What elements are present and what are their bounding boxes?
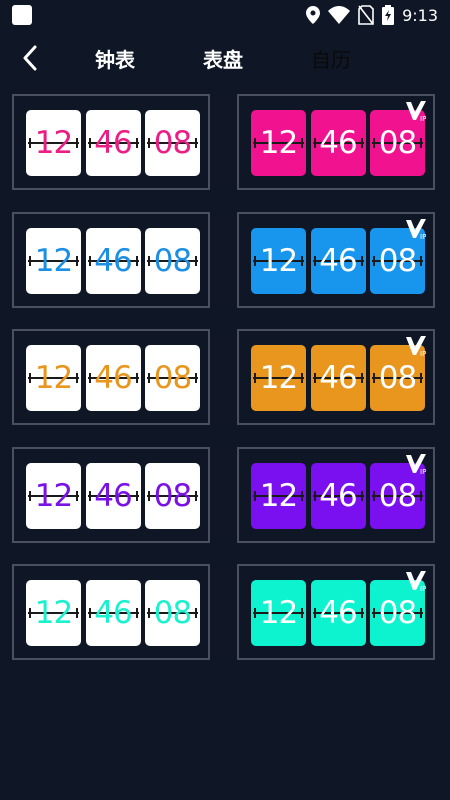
battery-charging-icon — [382, 5, 395, 25]
flip-digits: 12 46 08 — [26, 227, 200, 294]
digit-text: 12 — [259, 595, 298, 631]
status-bar: 9:13 — [0, 0, 450, 30]
flip-digit: 12 — [251, 110, 306, 176]
digit-text: 12 — [34, 242, 73, 279]
digit-text: 46 — [319, 242, 357, 279]
digit-text: 46 — [319, 125, 357, 161]
flip-digit: 08 — [145, 580, 200, 646]
clock-style-card[interactable]: 12 46 08 IP — [237, 329, 435, 425]
clock-style-card[interactable]: 12 46 08 — [12, 329, 210, 425]
flip-digits: 12 46 08 — [26, 110, 200, 176]
flip-digit: 46 — [310, 345, 366, 411]
flip-digit: 12 — [251, 345, 306, 411]
clock-style-card[interactable]: 12 46 08 IP — [237, 446, 435, 543]
flip-digit: 46 — [310, 580, 366, 646]
tab-clock[interactable]: 钟表 — [95, 44, 135, 73]
flip-digits: 12 46 08 — [251, 462, 425, 529]
svg-text:IP: IP — [420, 585, 426, 592]
flip-digits: 12 46 08 — [251, 345, 425, 411]
digit-text: 12 — [34, 360, 73, 396]
vip-icon: IP — [406, 218, 426, 240]
wifi-icon — [328, 6, 351, 24]
flip-digit: 46 — [310, 110, 366, 176]
clock-style-card[interactable]: 12 46 08 — [12, 211, 210, 308]
digit-text: 08 — [153, 477, 192, 514]
flip-digit: 08 — [145, 227, 200, 294]
digit-text: 12 — [34, 595, 73, 631]
svg-text:IP: IP — [420, 468, 426, 475]
clock-style-card[interactable]: 12 46 08 IP — [237, 211, 435, 308]
vip-icon: IP — [406, 571, 426, 592]
vip-icon: IP — [406, 101, 426, 122]
flip-digit: 12 — [26, 462, 81, 529]
tab-dial[interactable]: 表盘 — [203, 44, 243, 73]
chevron-left-icon — [23, 45, 37, 71]
flip-digit: 08 — [145, 110, 200, 176]
digit-text: 08 — [378, 242, 417, 279]
flip-digits: 12 46 08 — [251, 227, 425, 294]
back-button[interactable] — [16, 44, 44, 72]
flip-digit: 46 — [310, 227, 366, 294]
vip-icon: IP — [406, 336, 426, 357]
digit-text: 46 — [94, 477, 132, 514]
digit-text: 12 — [259, 360, 298, 396]
flip-digits: 12 46 08 — [26, 345, 200, 411]
digit-text: 46 — [94, 242, 132, 279]
clock-time: 9:13 — [402, 5, 438, 25]
digit-text: 46 — [319, 477, 357, 514]
digit-text: 46 — [319, 360, 357, 396]
svg-text:IP: IP — [420, 350, 426, 357]
no-sim-icon — [358, 5, 374, 25]
flip-digits: 12 46 08 — [26, 580, 200, 646]
flip-digits: 12 46 08 — [251, 580, 425, 646]
flip-digit: 08 — [145, 462, 200, 529]
digit-text: 46 — [319, 595, 357, 631]
flip-digit: 12 — [26, 345, 81, 411]
digit-text: 08 — [378, 595, 417, 631]
digit-text: 08 — [378, 477, 417, 514]
digit-text: 08 — [153, 595, 192, 631]
flip-digit: 12 — [26, 227, 81, 294]
vip-icon: IP — [406, 453, 426, 475]
digit-text: 46 — [94, 595, 132, 631]
flip-digit: 12 — [251, 462, 306, 529]
digit-text: 12 — [259, 125, 298, 161]
clock-style-card[interactable]: 12 46 08 IP — [237, 94, 435, 190]
digit-text: 12 — [259, 477, 298, 514]
svg-text:IP: IP — [420, 233, 426, 240]
digit-text: 08 — [378, 125, 417, 161]
flip-digit: 46 — [85, 110, 141, 176]
digit-text: 12 — [34, 477, 73, 514]
flip-digit: 12 — [26, 110, 81, 176]
flip-digit: 12 — [251, 227, 306, 294]
clock-style-card[interactable]: 12 46 08 — [12, 446, 210, 543]
location-icon — [306, 6, 321, 24]
flip-digits: 12 46 08 — [251, 110, 425, 176]
digit-text: 12 — [259, 242, 298, 279]
notification-icon — [12, 5, 32, 25]
flip-digit: 46 — [85, 580, 141, 646]
clock-style-card[interactable]: 12 46 08 IP — [237, 564, 435, 660]
clock-style-card[interactable]: 12 46 08 — [12, 94, 210, 190]
flip-digit: 12 — [251, 580, 306, 646]
digit-text: 12 — [34, 125, 73, 161]
clock-style-card[interactable]: 12 46 08 — [12, 564, 210, 660]
digit-text: 46 — [94, 125, 132, 161]
top-nav: 钟表 表盘 自历 — [0, 36, 450, 80]
digit-text: 08 — [153, 125, 192, 161]
digit-text: 08 — [378, 360, 417, 396]
digit-text: 46 — [94, 360, 132, 396]
flip-digit: 46 — [85, 345, 141, 411]
digit-text: 08 — [153, 242, 192, 279]
status-icons: 9:13 — [306, 4, 438, 26]
flip-digit: 46 — [85, 227, 141, 294]
tab-calendar[interactable]: 自历 — [311, 44, 351, 73]
flip-digit: 46 — [85, 462, 141, 529]
flip-digit: 46 — [310, 462, 366, 529]
svg-text:IP: IP — [420, 115, 426, 122]
flip-digit: 12 — [26, 580, 81, 646]
digit-text: 08 — [153, 360, 192, 396]
flip-digits: 12 46 08 — [26, 462, 200, 529]
flip-digit: 08 — [145, 345, 200, 411]
